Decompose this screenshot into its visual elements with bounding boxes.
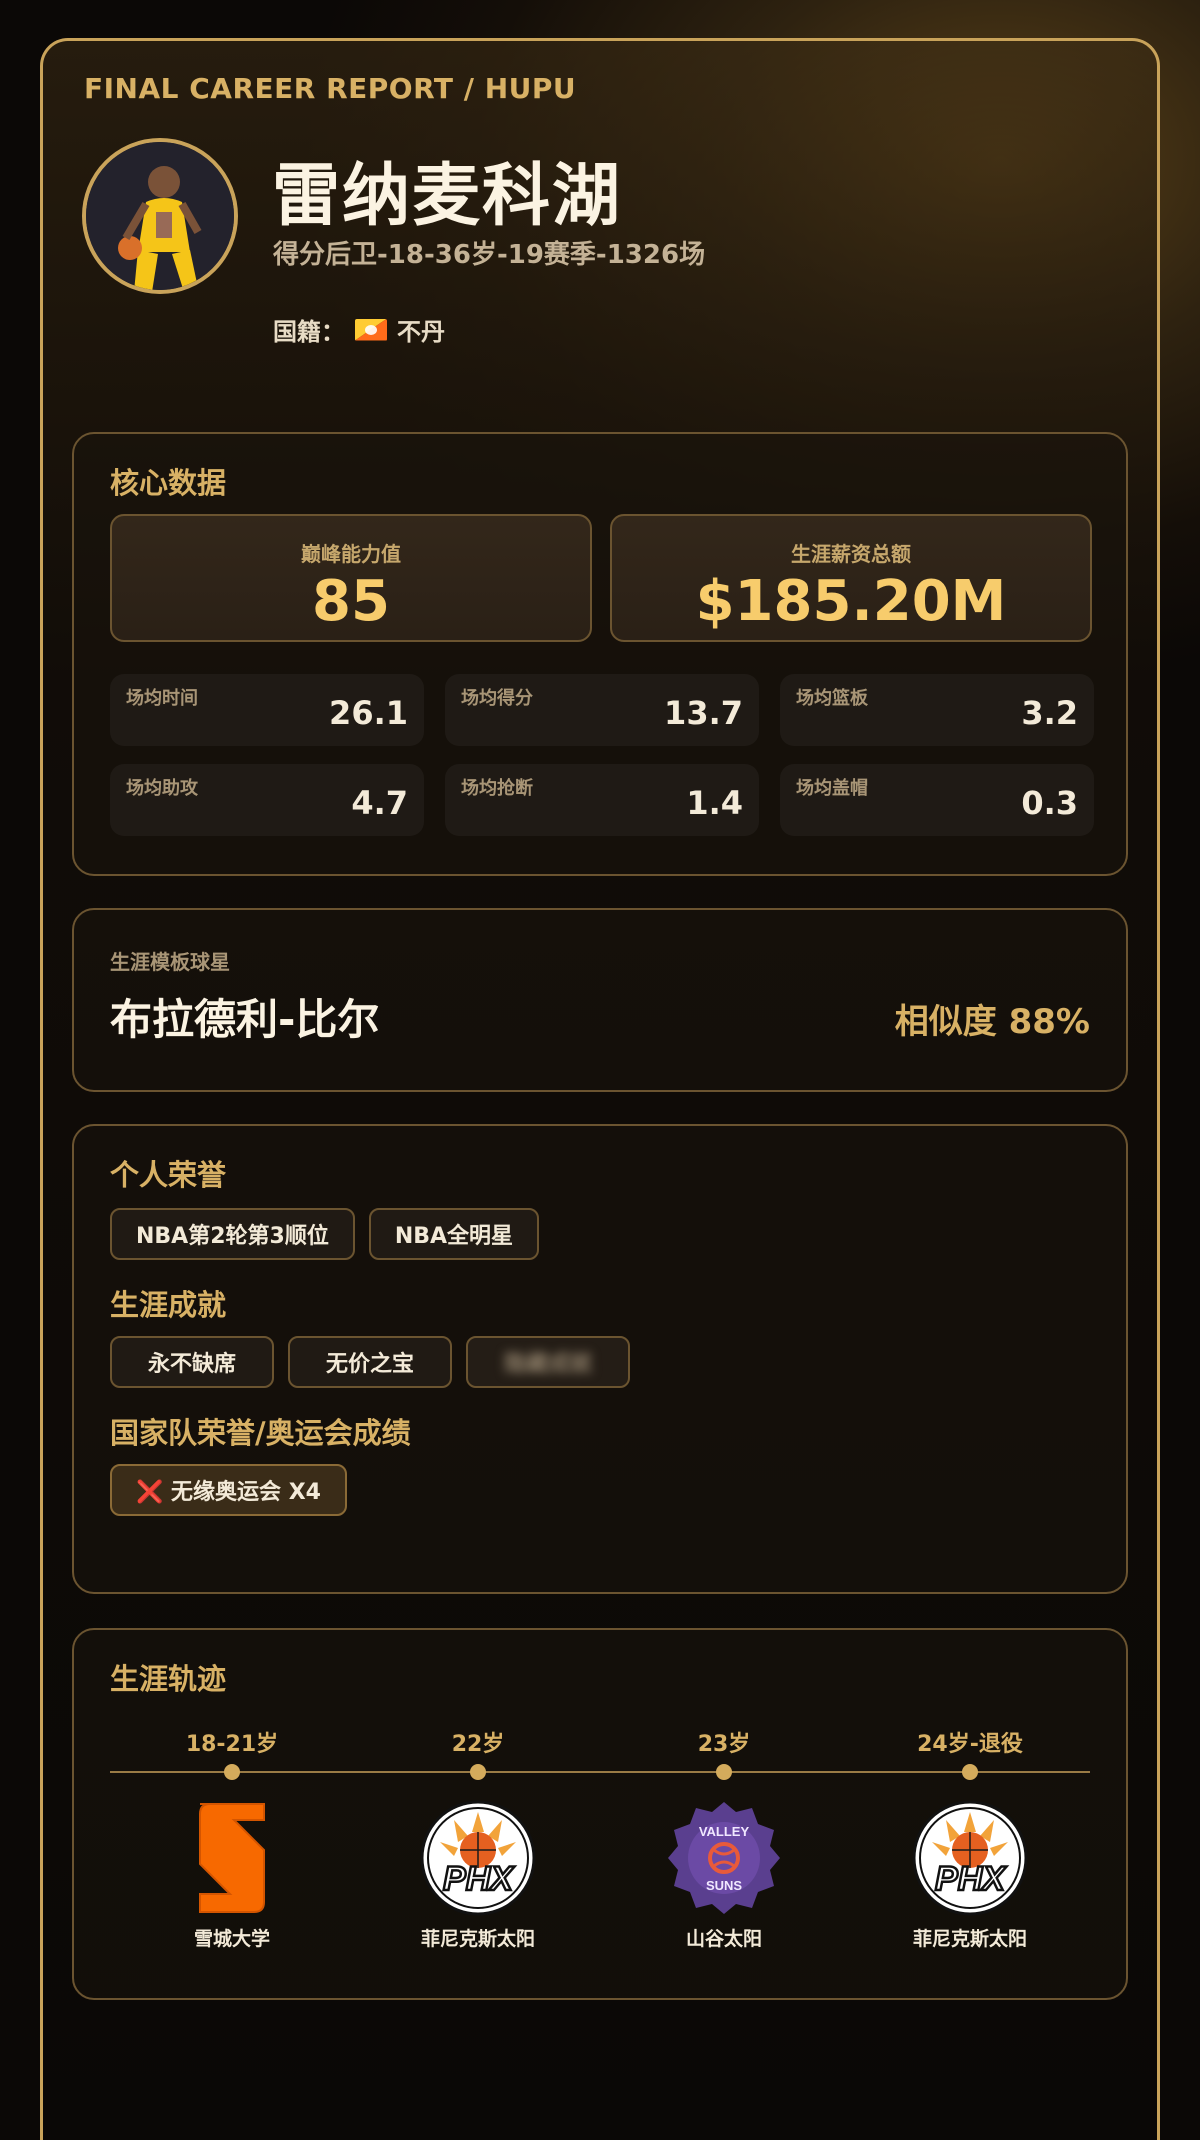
stat-label: 场均时间 [126, 688, 198, 709]
hidden-achievement-text: 隐藏成就 [503, 1352, 592, 1377]
peak-rating-label: 巅峰能力值 [301, 542, 401, 566]
hidden-achievement-chip: 隐藏成就 [466, 1336, 630, 1388]
timeline-team: 菲尼克斯太阳 [420, 1928, 535, 1950]
timeline-dot [962, 1764, 978, 1780]
career-achievements-list: 永不缺席 无价之宝 隐藏成就 [110, 1336, 630, 1388]
career-report-page: FINAL CAREER REPORT / HUPU 雷纳麦科湖 得分后卫-18… [0, 0, 1200, 2140]
player-name: 雷纳麦科湖 [272, 157, 623, 236]
stat-label: 场均得分 [461, 688, 533, 709]
stat-label: 场均抢断 [461, 778, 533, 799]
timeline-dot [224, 1764, 240, 1780]
phx-suns-logo-icon: PHX [912, 1800, 1028, 1916]
national-team-title: 国家队荣誉/奥运会成绩 [110, 1416, 411, 1450]
valley-suns-logo-icon: VALLEY SUNS [668, 1802, 780, 1914]
timeline-team: 雪城大学 [193, 1928, 270, 1950]
stat-value: 0.3 [1021, 784, 1078, 822]
national-team-list: ❌ 无缘奥运会 X4 [110, 1464, 347, 1516]
svg-text:PHX: PHX [443, 1860, 515, 1898]
honor-chip: NBA第2轮第3顺位 [110, 1208, 355, 1260]
stat-steals: 场均抢断 1.4 [445, 764, 759, 836]
honor-chip: NBA全明星 [368, 1208, 540, 1260]
peak-rating-value: 85 [312, 569, 390, 634]
core-stats-card: 核心数据 巅峰能力值 85 生涯薪资总额 $185.20M 场均时间 26.1 … [72, 432, 1128, 876]
personal-honors-list: NBA第2轮第3顺位 NBA全明星 [110, 1208, 540, 1260]
nationality: 国籍： 不丹 [273, 312, 445, 347]
stat-minutes: 场均时间 26.1 [110, 674, 424, 746]
player-meta: 得分后卫-18-36岁-19赛季-1326场 [273, 240, 706, 270]
nationality-value: 不丹 [397, 318, 445, 346]
achievement-chip: 无价之宝 [288, 1336, 452, 1388]
career-salary-label: 生涯薪资总额 [791, 542, 911, 566]
core-stats-title: 核心数据 [110, 466, 227, 500]
timeline-dot [470, 1764, 486, 1780]
template-player-label: 生涯模板球星 [110, 950, 230, 974]
personal-honors-title: 个人荣誉 [110, 1158, 227, 1192]
career-timeline-card: 生涯轨迹 18-21岁 雪城大学 22岁 PHX 菲尼克斯太阳 23岁 VALL… [72, 1628, 1128, 2000]
timeline-line [110, 1771, 1090, 1773]
template-player-name: 布拉德利-比尔 [110, 995, 380, 1044]
stat-label: 场均助攻 [126, 778, 198, 799]
stat-assists: 场均助攻 4.7 [110, 764, 424, 836]
stat-points: 场均得分 13.7 [445, 674, 759, 746]
stat-blocks: 场均盖帽 0.3 [780, 764, 1094, 836]
bhutan-flag-icon [355, 318, 387, 341]
stat-rebounds: 场均篮板 3.2 [780, 674, 1094, 746]
player-avatar [82, 138, 238, 294]
peak-rating-box: 巅峰能力值 85 [110, 514, 592, 642]
career-salary-value: $185.20M [695, 569, 1007, 634]
honors-card: 个人荣誉 NBA第2轮第3顺位 NBA全明星 生涯成就 永不缺席 无价之宝 隐藏… [72, 1124, 1128, 1594]
timeline-age: 23岁 [697, 1732, 751, 1757]
stat-value: 1.4 [686, 784, 743, 822]
phx-suns-logo-icon: PHX [420, 1800, 536, 1916]
nationality-label: 国籍： [273, 318, 345, 346]
timeline-team: 菲尼克斯太阳 [912, 1928, 1027, 1950]
stat-value: 4.7 [351, 784, 408, 822]
stat-label: 场均盖帽 [796, 778, 868, 799]
stat-label: 场均篮板 [796, 688, 868, 709]
timeline-age: 24岁-退役 [917, 1732, 1023, 1757]
timeline-dot [716, 1764, 732, 1780]
stat-value: 13.7 [664, 694, 743, 732]
similarity-score: 相似度 88% [894, 1002, 1090, 1042]
svg-text:PHX: PHX [935, 1860, 1007, 1898]
stat-value: 26.1 [329, 694, 408, 732]
stat-value: 3.2 [1021, 694, 1078, 732]
timeline-title: 生涯轨迹 [110, 1662, 227, 1696]
svg-text:VALLEY: VALLEY [699, 1824, 750, 1839]
template-player-card: 生涯模板球星 布拉德利-比尔 相似度 88% [72, 908, 1128, 1092]
career-salary-box: 生涯薪资总额 $185.20M [610, 514, 1092, 642]
report-label: FINAL CAREER REPORT / HUPU [84, 72, 577, 105]
timeline-team: 山谷太阳 [685, 1928, 762, 1950]
olympics-chip: ❌ 无缘奥运会 X4 [110, 1464, 347, 1516]
career-achievements-title: 生涯成就 [110, 1288, 227, 1322]
timeline-age: 18-21岁 [185, 1732, 279, 1757]
achievement-chip: 永不缺席 [110, 1336, 274, 1388]
syracuse-s-logo-icon [199, 1803, 265, 1913]
timeline-age: 22岁 [451, 1732, 505, 1757]
svg-text:SUNS: SUNS [706, 1878, 742, 1893]
